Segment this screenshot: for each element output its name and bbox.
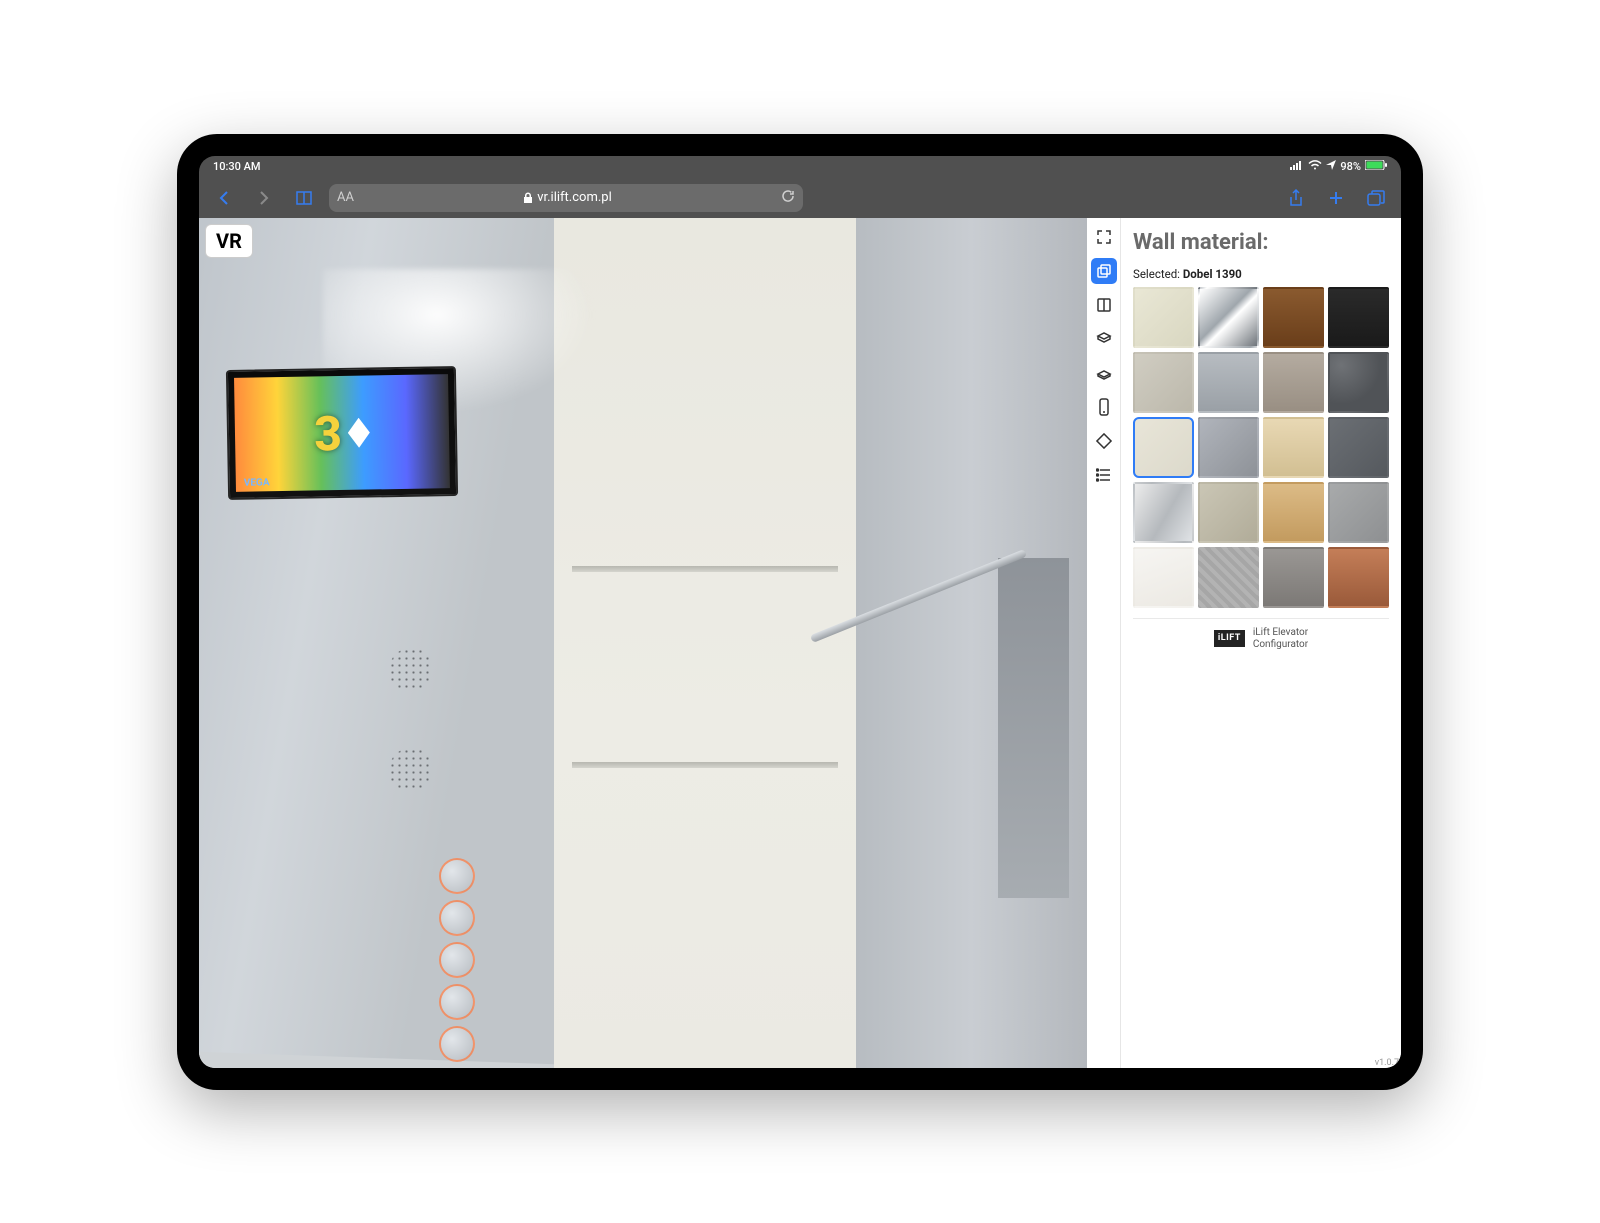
swatch-honey-oak[interactable]: [1263, 482, 1324, 543]
floor-buttons: [439, 858, 499, 1068]
panel-title: Wall material:: [1133, 230, 1389, 255]
swatch-speckle-dark[interactable]: [1328, 352, 1389, 413]
url-address: vr.ilift.com.pl: [523, 190, 612, 205]
brand-logo: iLIFT: [1214, 630, 1245, 647]
swatch-pearl-white[interactable]: [1133, 547, 1194, 608]
swatch-beige-mesh[interactable]: [1198, 482, 1259, 543]
swatch-matte-charcoal[interactable]: [1263, 547, 1324, 608]
options-icon[interactable]: [1091, 428, 1117, 454]
swatch-chrome-gloss[interactable]: [1198, 287, 1259, 348]
nav-back-button[interactable]: [209, 183, 239, 213]
screen: 10:30 AM 98% AA: [199, 156, 1401, 1068]
fullscreen-icon[interactable]: [1091, 224, 1117, 250]
floor-btn[interactable]: [439, 900, 475, 936]
selected-line: Selected: Dobel 1390: [1133, 267, 1389, 281]
floor-number: 3: [314, 404, 343, 461]
swatch-brushed-steel[interactable]: [1198, 352, 1259, 413]
status-bar: 10:30 AM 98%: [199, 156, 1401, 178]
signal-icon: [1290, 160, 1304, 173]
speaker-grille: [389, 648, 433, 692]
mirror-icon[interactable]: [1091, 292, 1117, 318]
swatch-light-oak[interactable]: [1263, 417, 1324, 478]
ceiling-icon[interactable]: [1091, 326, 1117, 352]
tool-rail: [1087, 218, 1121, 1068]
3d-viewport[interactable]: VR 3 VEGA: [199, 218, 1087, 1068]
refresh-button[interactable]: [781, 189, 795, 207]
wifi-icon: [1308, 160, 1322, 173]
swatch-near-black[interactable]: [1328, 287, 1389, 348]
battery-percent: 98%: [1340, 160, 1361, 173]
swatch-silver-shine[interactable]: [1133, 482, 1194, 543]
list-icon[interactable]: [1091, 462, 1117, 488]
swatch-check-grey[interactable]: [1198, 547, 1259, 608]
cop-icon[interactable]: [1091, 394, 1117, 420]
swatch-cracked-grey[interactable]: [1198, 417, 1259, 478]
status-right: 98%: [1290, 160, 1387, 173]
floor-display: 3 VEGA: [226, 366, 458, 500]
floor-icon[interactable]: [1091, 360, 1117, 386]
direction-icon: [348, 417, 371, 447]
swatch-warm-grey[interactable]: [1133, 352, 1194, 413]
floor-btn[interactable]: [439, 1026, 475, 1062]
battery-icon: [1365, 160, 1387, 173]
status-time: 10:30 AM: [213, 160, 261, 173]
text-size-button[interactable]: AA: [337, 190, 354, 205]
bookmarks-button[interactable]: [289, 183, 319, 213]
swatch-slate-texture[interactable]: [1328, 417, 1389, 478]
version-label: v1.0.7: [1375, 1058, 1399, 1068]
wall-material-icon[interactable]: [1091, 258, 1117, 284]
swatch-brushed-taupe[interactable]: [1263, 352, 1324, 413]
elevator-render: 3 VEGA: [199, 218, 1087, 1068]
nav-forward-button[interactable]: [249, 183, 279, 213]
swatch-cream-plain[interactable]: [1133, 287, 1194, 348]
browser-toolbar: AA vr.ilift.com.pl: [199, 178, 1401, 218]
swatch-concrete-grey[interactable]: [1328, 482, 1389, 543]
brand-line: iLIFT iLift Elevator Configurator: [1133, 618, 1389, 651]
app-content: VR 3 VEGA: [199, 218, 1401, 1068]
url-bar[interactable]: AA vr.ilift.com.pl: [329, 184, 803, 212]
display-logo: VEGA: [244, 477, 270, 488]
speaker-grille: [389, 748, 433, 792]
new-tab-button[interactable]: [1321, 183, 1351, 213]
swatch-copper-brush[interactable]: [1328, 547, 1389, 608]
tabs-button[interactable]: [1361, 183, 1391, 213]
share-button[interactable]: [1281, 183, 1311, 213]
lock-icon: [523, 192, 533, 204]
side-panel: Wall material: Selected: Dobel 1390 iLIF…: [1121, 218, 1401, 1068]
swatch-grid: [1133, 287, 1389, 608]
floor-btn[interactable]: [439, 858, 475, 894]
swatch-walnut-wood[interactable]: [1263, 287, 1324, 348]
floor-btn[interactable]: [439, 984, 475, 1020]
swatch-dobel-1390[interactable]: [1133, 417, 1194, 478]
ipad-frame: 10:30 AM 98% AA: [177, 134, 1423, 1090]
location-icon: [1326, 160, 1336, 173]
floor-btn[interactable]: [439, 942, 475, 978]
vr-button[interactable]: VR: [205, 224, 253, 258]
